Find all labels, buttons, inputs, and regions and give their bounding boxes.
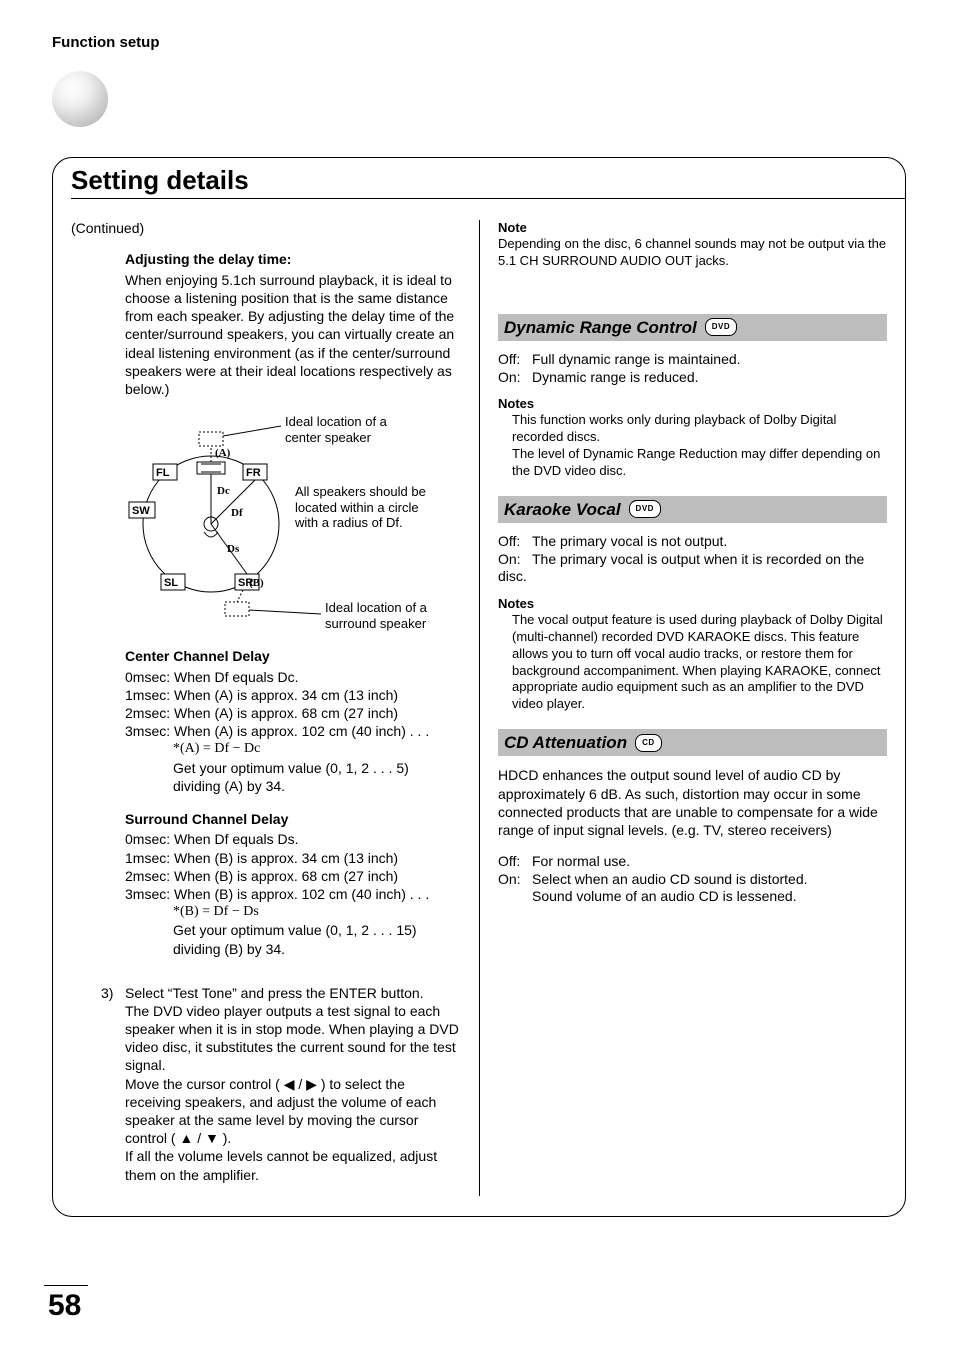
note-body: Depending on the disc, 6 channel sounds …	[498, 236, 887, 270]
svg-text:Df: Df	[231, 507, 243, 519]
svg-text:(A): (A)	[215, 447, 231, 459]
center-delay-line: 0msec: When Df equals Dc.	[125, 668, 461, 686]
step3-line: The DVD video player outputs a test sign…	[125, 1002, 461, 1075]
ideal-center-caption: Ideal location of a center speaker	[285, 414, 425, 445]
continued-label: (Continued)	[71, 220, 461, 238]
center-delay-line: 3msec: When (A) is approx. 102 cm (40 in…	[125, 722, 461, 740]
cd-title: CD Attenuation	[504, 732, 627, 753]
svg-text:FL: FL	[156, 467, 170, 479]
step3-line: Select “Test Tone” and press the ENTER b…	[125, 984, 461, 1002]
kv-off-row: Off:The primary vocal is not output.	[498, 533, 887, 551]
surround-delay-line: 0msec: When Df equals Ds.	[125, 830, 461, 848]
step-number: 3)	[101, 984, 125, 1184]
drc-title: Dynamic Range Control	[504, 317, 697, 338]
drc-note: The level of Dynamic Range Reduction may…	[512, 446, 887, 480]
surround-delay-formula: *(B) = Df − Ds	[173, 903, 461, 921]
kv-section-head: Karaoke Vocal DVD	[498, 496, 887, 523]
cd-on-row: On:Select when an audio CD sound is dist…	[498, 871, 887, 889]
decorative-sphere	[52, 71, 108, 127]
center-delay-line: 1msec: When (A) is approx. 34 cm (13 inc…	[125, 686, 461, 704]
step3-line: Move the cursor control ( ◀ / ▶ ) to sel…	[125, 1075, 461, 1148]
drc-note: This function works only during playback…	[512, 412, 887, 446]
page-number: 58	[48, 1287, 81, 1325]
note-heading: Note	[498, 220, 887, 236]
page-title: Setting details	[71, 164, 261, 197]
drc-on-row: On:Dynamic range is reduced.	[498, 369, 887, 387]
drc-off-row: Off:Full dynamic range is maintained.	[498, 351, 887, 369]
speaker-diagram: FL FR SW SL SR (A) (B) Dc Df Ds Ideal lo…	[111, 414, 461, 634]
svg-text:SL: SL	[164, 577, 178, 589]
surround-delay-tail: dividing (B) by 34.	[173, 940, 461, 958]
kv-notes-heading: Notes	[498, 596, 887, 612]
dvd-badge-icon: DVD	[705, 318, 737, 336]
center-delay-tail: Get your optimum value (0, 1, 2 . . . 5)	[173, 759, 461, 777]
kv-on-row: On:The primary vocal is output when it i…	[498, 551, 887, 586]
cd-badge-icon: CD	[635, 734, 662, 752]
cd-on-row2: Sound volume of an audio CD is lessened.	[498, 888, 887, 906]
surround-delay-line: 3msec: When (B) is approx. 102 cm (40 in…	[125, 885, 461, 903]
adjust-delay-heading: Adjusting the delay time:	[125, 251, 461, 269]
kv-title: Karaoke Vocal	[504, 499, 621, 520]
center-delay-formula: *(A) = Df − Dc	[173, 740, 461, 758]
kv-note: The vocal output feature is used during …	[512, 612, 887, 713]
cd-section-head: CD Attenuation CD	[498, 729, 887, 756]
drc-section-head: Dynamic Range Control DVD	[498, 314, 887, 341]
svg-text:SW: SW	[132, 505, 150, 517]
dvd-badge-icon: DVD	[629, 500, 661, 518]
right-column: Note Depending on the disc, 6 channel so…	[479, 220, 887, 1196]
svg-text:Ds: Ds	[227, 543, 240, 555]
radius-caption: All speakers should be located within a …	[295, 484, 445, 531]
svg-text:(B): (B)	[249, 577, 264, 589]
adjust-delay-body: When enjoying 5.1ch surround playback, i…	[125, 271, 461, 398]
surround-delay-tail: Get your optimum value (0, 1, 2 . . . 15…	[173, 921, 461, 939]
page-header: Function setup	[52, 34, 906, 53]
cd-off-row: Off:For normal use.	[498, 853, 887, 871]
drc-notes-heading: Notes	[498, 396, 887, 412]
center-delay-line: 2msec: When (A) is approx. 68 cm (27 inc…	[125, 704, 461, 722]
surround-delay-heading: Surround Channel Delay	[125, 811, 461, 829]
svg-text:FR: FR	[246, 467, 261, 479]
content-frame: Setting details (Continued) Adjusting th…	[52, 157, 906, 1217]
center-delay-tail: dividing (A) by 34.	[173, 777, 461, 795]
surround-delay-line: 1msec: When (B) is approx. 34 cm (13 inc…	[125, 849, 461, 867]
cd-body: HDCD enhances the output sound level of …	[498, 766, 887, 839]
left-column: (Continued) Adjusting the delay time: Wh…	[71, 220, 479, 1196]
center-delay-heading: Center Channel Delay	[125, 648, 461, 666]
svg-text:Dc: Dc	[217, 485, 230, 497]
surround-delay-line: 2msec: When (B) is approx. 68 cm (27 inc…	[125, 867, 461, 885]
step3-line: If all the volume levels cannot be equal…	[125, 1147, 461, 1183]
ideal-surround-caption: Ideal location of a surround speaker	[325, 600, 465, 631]
